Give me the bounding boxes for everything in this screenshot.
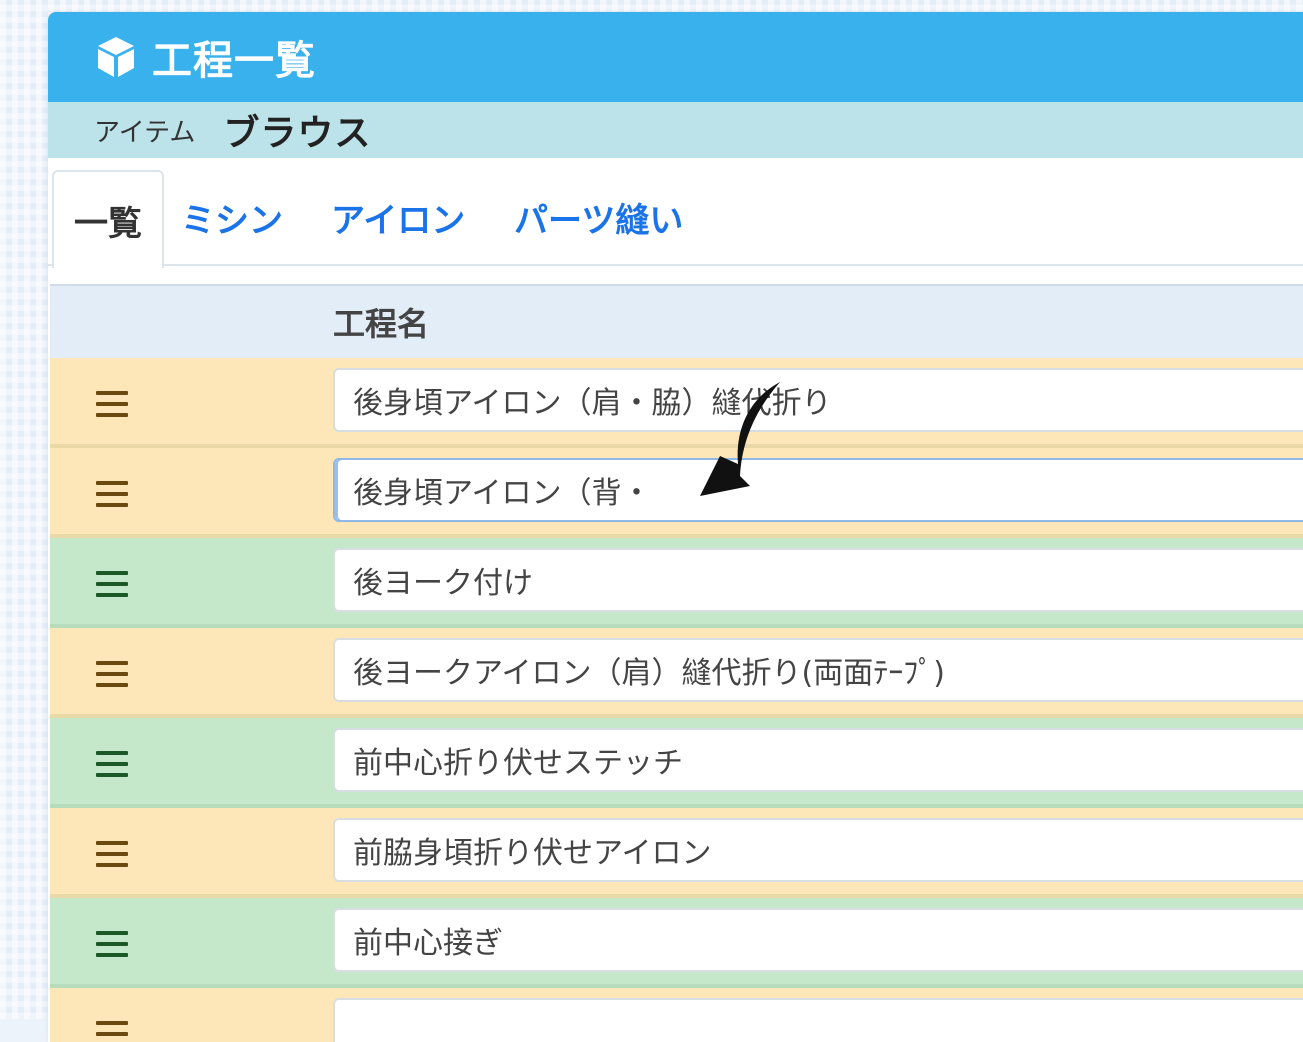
table-row: 後ヨークアイロン（肩）縫代折り(両面ﾃｰﾌﾟ) (50, 628, 1303, 718)
table-row: 後身頃アイロン（肩・脇）縫代折り (50, 358, 1303, 448)
process-name-field[interactable]: 後身頃アイロン（肩・脇）縫代折り (333, 368, 1303, 432)
tab-list[interactable]: 一覧 (52, 170, 164, 268)
table-row: 前中心接ぎ (50, 898, 1303, 988)
process-name-field[interactable]: 前中心接ぎ (333, 908, 1303, 972)
tab-iron[interactable]: アイロン (331, 170, 465, 264)
item-label: アイテム (94, 117, 196, 148)
table-row: 後ヨーク付け (50, 538, 1303, 628)
table-row: 後身頃アイロン（背・ (50, 448, 1303, 538)
column-header-process-name: 工程名 (333, 305, 430, 343)
table-row: 前脇身頃折り伏せアイロン (50, 808, 1303, 898)
drag-arrow-icon (700, 382, 780, 496)
drag-handle-icon[interactable] (96, 751, 128, 777)
drag-handle-icon[interactable] (96, 481, 128, 507)
tab-parts-sewing[interactable]: パーツ縫い (514, 170, 683, 264)
drag-handle-icon[interactable] (96, 1021, 128, 1042)
drag-handle-icon[interactable] (96, 841, 128, 867)
drag-handle-icon[interactable] (96, 571, 128, 597)
process-list-panel: 工程一覧 アイテム ブラウス 一覧 ミシン アイロン パーツ縫い 工程名 後身頃… (48, 12, 1303, 1042)
tab-sewing-machine[interactable]: ミシン (181, 170, 283, 264)
drag-handle-icon[interactable] (96, 931, 128, 957)
table-header: 工程名 (50, 284, 1303, 360)
item-info-bar: アイテム ブラウス (48, 102, 1303, 158)
drag-handle-icon[interactable] (96, 391, 128, 417)
item-value: ブラウス (223, 113, 372, 154)
process-name-field[interactable]: 前脇身頃折り伏せアイロン (333, 818, 1303, 882)
process-name-field[interactable]: 後ヨークアイロン（肩）縫代折り(両面ﾃｰﾌﾟ) (333, 638, 1303, 702)
process-name-field[interactable]: 前中心折り伏せステッチ (333, 728, 1303, 792)
drag-handle-icon[interactable] (96, 661, 128, 687)
process-rows: 後身頃アイロン（肩・脇）縫代折り 後身頃アイロン（背・ 後ヨーク付け 後ヨークア… (50, 358, 1303, 1042)
table-row (50, 988, 1303, 1042)
panel-header: 工程一覧 (48, 12, 1303, 102)
page-title: 工程一覧 (152, 38, 316, 84)
table-row: 前中心折り伏せステッチ (50, 718, 1303, 808)
process-name-field[interactable]: 後ヨーク付け (333, 548, 1303, 612)
process-name-field[interactable]: 後身頃アイロン（背・ (333, 458, 1303, 522)
tab-bar: 一覧 ミシン アイロン パーツ縫い (48, 158, 1303, 268)
cube-icon (98, 37, 134, 77)
process-name-field[interactable] (333, 998, 1303, 1042)
